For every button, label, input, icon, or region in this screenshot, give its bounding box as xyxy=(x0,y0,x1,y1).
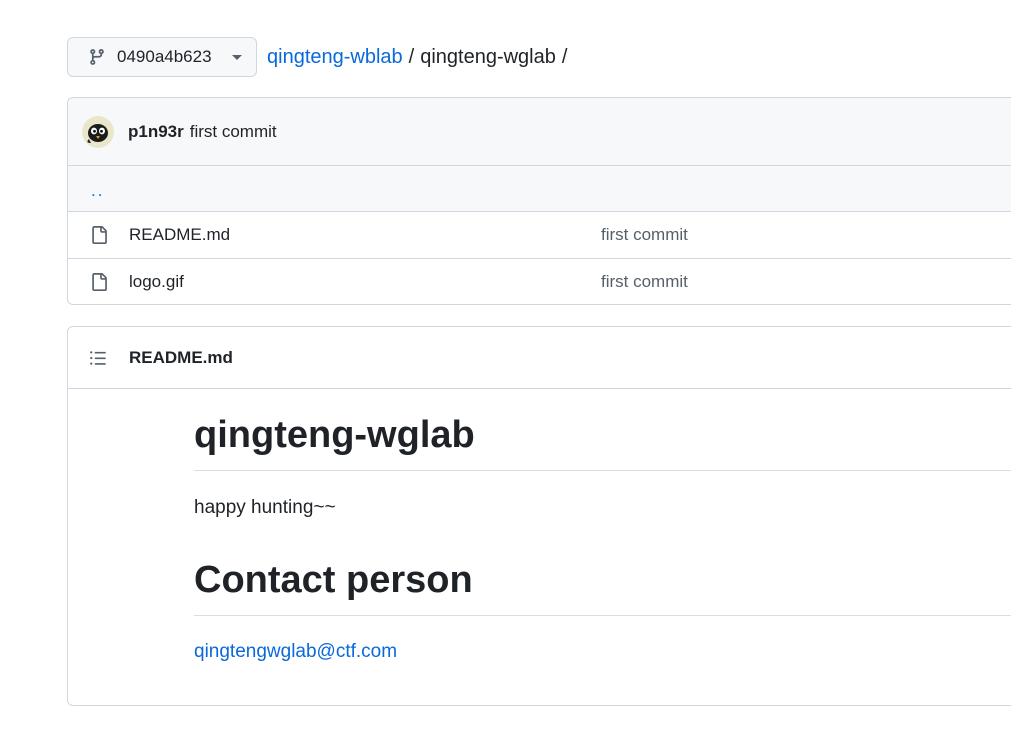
breadcrumb-separator: / xyxy=(561,45,568,68)
breadcrumb-separator: / xyxy=(408,45,415,68)
file-icon xyxy=(90,272,108,292)
readme-header: README.md xyxy=(68,327,1011,389)
breadcrumb-repo: qingteng-wglab xyxy=(420,45,556,68)
heading-divider xyxy=(194,615,1011,616)
file-row[interactable]: logo.gif first commit xyxy=(68,259,1011,304)
readme-panel: README.md qingteng-wglab happy hunting~~… xyxy=(67,326,1011,706)
commit-message: first commit xyxy=(189,121,277,141)
contact-email-link[interactable]: qingtengwglab@ctf.com xyxy=(194,641,397,663)
file-commit-link[interactable]: first commit xyxy=(601,225,688,245)
readme-heading: qingteng-wglab xyxy=(194,414,475,456)
breadcrumb: qingteng-wblab / qingteng-wglab / xyxy=(267,46,573,69)
repo-nav: 0490a4b623 qingteng-wblab / qingteng-wgl… xyxy=(67,37,573,77)
parent-directory-row[interactable]: .. xyxy=(68,166,1011,212)
chevron-down-icon xyxy=(232,54,242,60)
readme-heading: Contact person xyxy=(194,559,473,601)
branch-name: 0490a4b623 xyxy=(117,47,212,66)
latest-commit-bar: p1n93r first commit xyxy=(68,98,1011,166)
heading-divider xyxy=(194,470,1011,471)
file-row[interactable]: README.md first commit xyxy=(68,212,1011,259)
list-unordered-icon[interactable] xyxy=(88,349,108,367)
commit-author-link[interactable]: p1n93r xyxy=(128,122,184,142)
readme-filename: README.md xyxy=(129,347,233,367)
readme-paragraph: happy hunting~~ xyxy=(194,497,336,518)
file-commit-link[interactable]: first commit xyxy=(601,272,688,292)
avatar[interactable] xyxy=(82,115,114,148)
parent-directory-link[interactable]: .. xyxy=(91,181,104,201)
git-branch-icon xyxy=(88,48,106,66)
file-name-link[interactable]: README.md xyxy=(129,225,601,245)
file-icon xyxy=(90,225,108,245)
breadcrumb-owner-link[interactable]: qingteng-wblab xyxy=(267,46,403,69)
repo-page: 0490a4b623 qingteng-wblab / qingteng-wgl… xyxy=(0,0,1011,734)
file-listing: p1n93r first commit .. README.md first c… xyxy=(67,97,1011,305)
file-name-link[interactable]: logo.gif xyxy=(129,272,601,292)
branch-selector-button[interactable]: 0490a4b623 xyxy=(67,37,257,77)
